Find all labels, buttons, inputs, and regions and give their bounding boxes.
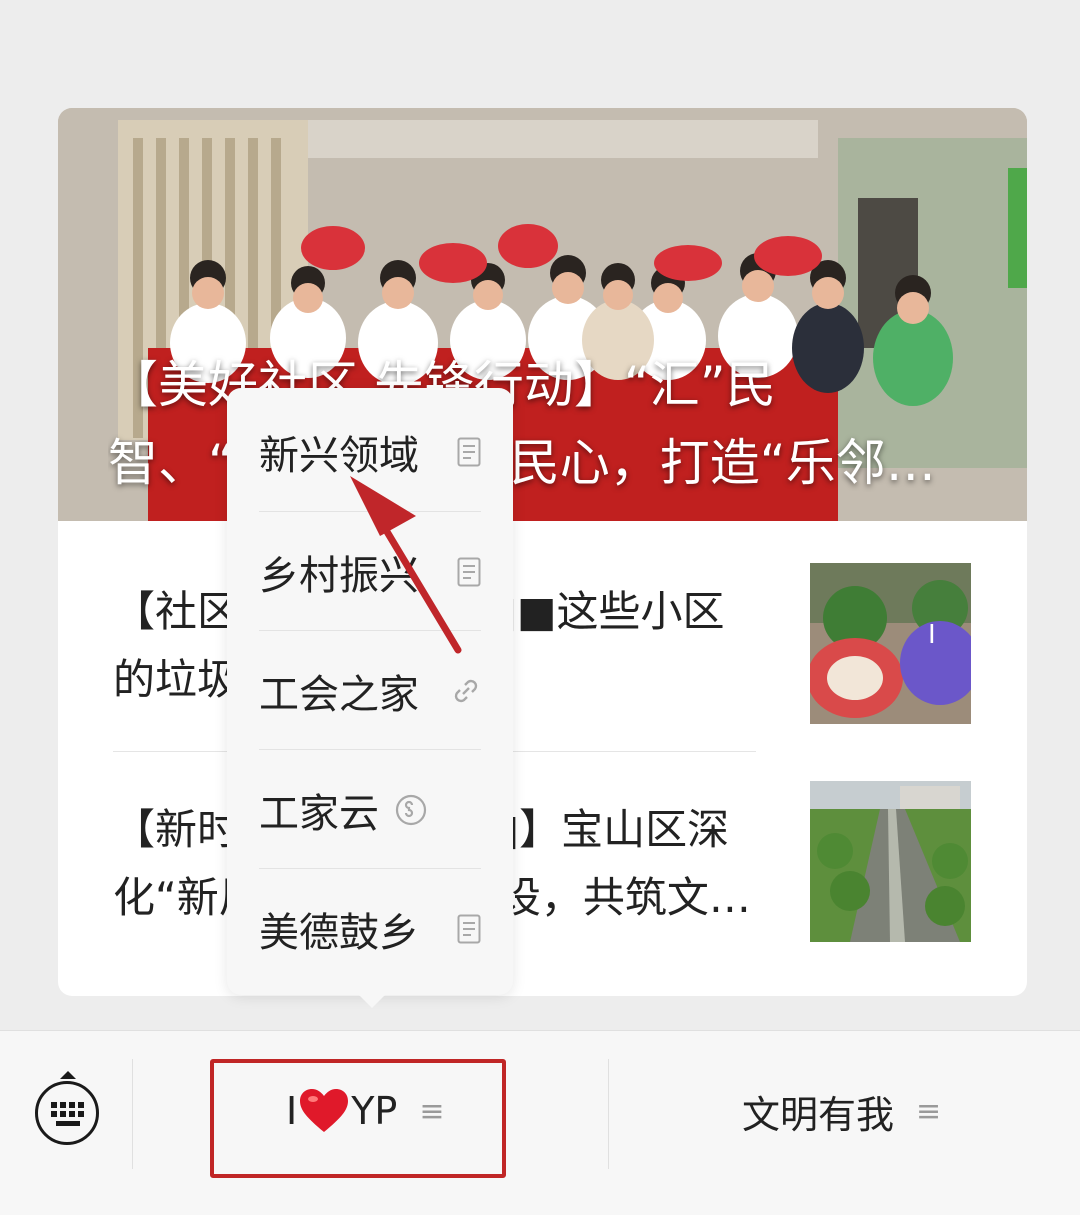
- keyboard-icon[interactable]: [35, 1071, 99, 1145]
- submenu-item-label: 工家云: [259, 790, 379, 837]
- submenu-item-gongjiayun[interactable]: 工家云: [259, 750, 481, 869]
- menu-divider: [608, 1059, 609, 1169]
- article-card: 【美好社区 先锋行动】“汇”民智、“惠”民生，暖民心，打造“乐邻… 【社区■■■…: [58, 108, 1027, 996]
- article-thumbnail-1[interactable]: I: [810, 563, 971, 724]
- submenu-item-label: 美德鼓乡: [259, 909, 419, 956]
- caret-up-icon: [60, 1071, 76, 1079]
- article-thumbnail-2[interactable]: [810, 781, 971, 942]
- tab-label: 文明有我: [742, 1092, 895, 1137]
- submenu-item-label: 工会之家: [259, 671, 419, 718]
- hero-article[interactable]: 【美好社区 先锋行动】“汇”民智、“惠”民生，暖民心，打造“乐邻…: [58, 108, 1027, 521]
- bottom-tab-wenming[interactable]: 文明有我 ≡: [742, 1081, 941, 1141]
- link-icon: [454, 679, 478, 702]
- svg-text:I: I: [928, 620, 936, 650]
- submenu-item-gonghui[interactable]: 工会之家: [259, 631, 481, 750]
- submenu-item-label: 乡村振兴: [259, 552, 419, 599]
- submenu-item-xiangcun[interactable]: 乡村振兴: [259, 512, 481, 631]
- bottom-menu-bar: I YP ≡ 文明有我 ≡: [0, 1030, 1080, 1215]
- submenu-popup: 新兴领域 乡村振兴 工会之家 工家云 美德鼓乡: [227, 388, 513, 995]
- article-icon: [457, 557, 481, 586]
- submenu-item-xinxing[interactable]: 新兴领域: [259, 392, 481, 511]
- mini-program-icon: [395, 794, 427, 825]
- submenu-item-label: 新兴领域: [259, 432, 419, 479]
- highlight-box: [210, 1059, 506, 1178]
- menu-divider: [132, 1059, 133, 1169]
- submenu-pointer: [358, 994, 386, 1008]
- article-icon: [457, 437, 481, 466]
- article-icon: [457, 914, 481, 943]
- submenu-item-meide[interactable]: 美德鼓乡: [259, 869, 481, 988]
- menu-icon: ≡: [916, 1093, 942, 1129]
